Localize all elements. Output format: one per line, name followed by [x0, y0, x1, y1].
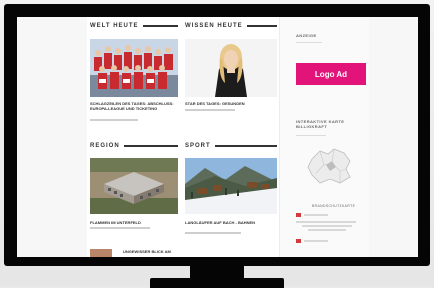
divider	[296, 42, 322, 43]
text-line	[296, 221, 356, 223]
section-rule	[123, 145, 178, 147]
page-margin-right	[368, 17, 418, 257]
text-line	[304, 240, 328, 242]
map-title: INTERAKTIVE KARTE BILLIGKRAFT	[296, 119, 345, 129]
team-photo-image	[90, 39, 178, 97]
flag-icon	[296, 213, 301, 217]
text-line	[304, 214, 328, 216]
text-line	[302, 225, 352, 227]
article-thumbnail-portrait[interactable]	[185, 39, 277, 97]
section-rule	[246, 25, 277, 27]
article-thumbnail-ski[interactable]	[185, 158, 277, 214]
section-title: REGION	[90, 143, 120, 149]
article-meta	[90, 119, 138, 121]
article-caption[interactable]: STAR DES TAGES: GESUNDEN	[185, 101, 273, 106]
article-meta	[90, 227, 150, 229]
article-caption[interactable]: SCHLAGZEILEN DES TAGES: ABSCHLUSS: EUROP…	[90, 101, 178, 111]
article-caption[interactable]: LANGLÄUFER AUF BACH - BAHNEN	[185, 220, 277, 225]
article-thumbnail-house[interactable]	[90, 158, 178, 214]
map-sublabel: BRANDSCHUTZKARTE	[312, 204, 356, 208]
page-margin-left	[17, 17, 87, 257]
section-title: WELT HEUTE	[90, 23, 139, 29]
section-title: SPORT	[185, 143, 211, 149]
section-rule	[214, 145, 277, 147]
house-photo-image	[90, 158, 178, 214]
monitor-stand-base	[150, 278, 284, 288]
article-caption[interactable]: UNGEWISSER BLICK AM	[123, 249, 183, 254]
map-image[interactable]	[306, 145, 354, 187]
article-meta	[185, 232, 241, 234]
ski-photo-image	[185, 158, 277, 214]
section-header-wissen[interactable]: WISSEN HEUTE	[185, 22, 277, 30]
article-thumbnail-partial[interactable]	[90, 249, 112, 257]
ad-section-label: ANZEIGE	[296, 33, 317, 38]
monitor-screen: WELT HEUTE WISSEN HEUTE SCHLAGZEILEN DES…	[17, 17, 418, 257]
article-meta	[185, 109, 235, 111]
flag-icon	[296, 239, 301, 243]
sidebar: ANZEIGE Logo Ad INTERAKTIVE KARTE BILLIG…	[279, 17, 369, 257]
section-header-welt[interactable]: WELT HEUTE	[90, 22, 178, 30]
section-header-sport[interactable]: SPORT	[185, 142, 277, 150]
section-title: WISSEN HEUTE	[185, 23, 243, 29]
article-thumbnail-team[interactable]	[90, 39, 178, 97]
text-line	[308, 229, 346, 231]
portrait-photo-image	[185, 39, 277, 97]
monitor-bezel: WELT HEUTE WISSEN HEUTE SCHLAGZEILEN DES…	[4, 4, 430, 266]
logo-ad-banner[interactable]: Logo Ad	[296, 63, 366, 85]
section-header-region[interactable]: REGION	[90, 142, 178, 150]
divider	[296, 135, 326, 136]
article-caption[interactable]: FLAMMEN IM UNTERFELD	[90, 220, 178, 225]
section-rule	[142, 25, 178, 27]
main-content: WELT HEUTE WISSEN HEUTE SCHLAGZEILEN DES…	[87, 17, 279, 257]
